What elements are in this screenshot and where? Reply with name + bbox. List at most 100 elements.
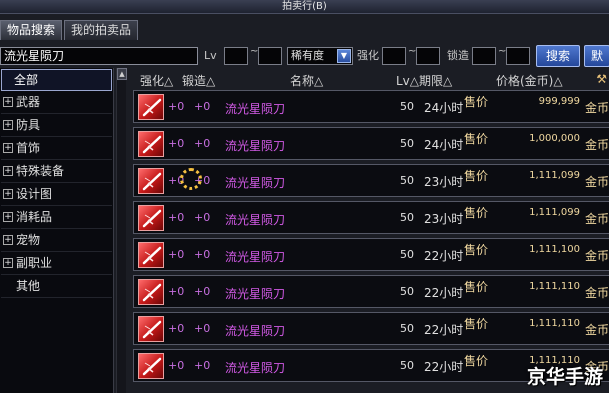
lock-value: +0 <box>194 137 211 150</box>
lock-value: +0 <box>194 285 211 298</box>
red-blade-icon[interactable] <box>138 279 164 305</box>
expand-plus-icon[interactable]: + <box>3 143 13 153</box>
expand-plus-icon[interactable]: + <box>3 235 13 245</box>
price-unit: 金币 <box>585 249 609 263</box>
category-label: 全部 <box>14 73 39 87</box>
strengthen-min-input[interactable] <box>382 47 406 65</box>
search-bar: 流光星陨刀 Lv ~ 稀有度 ▼ 强化 ~ 锁造 ~ 搜索 默 <box>0 45 609 67</box>
header-lock[interactable]: 锻造△ <box>182 72 215 89</box>
buy-button[interactable]: 默 <box>584 45 609 67</box>
red-blade-icon[interactable] <box>138 242 164 268</box>
category-other[interactable]: 其他 <box>1 276 112 298</box>
search-button[interactable]: 搜索 <box>536 45 580 67</box>
item-level: 50 <box>400 322 414 335</box>
category-label: 副职业 <box>16 256 53 270</box>
category-all[interactable]: 全部 <box>1 69 112 91</box>
price-unit: 金币 <box>585 175 609 189</box>
blade-glyph <box>142 98 162 117</box>
item-level: 50 <box>400 248 414 261</box>
tab-my-auctions[interactable]: 我的拍卖品 <box>64 20 139 40</box>
lv-label: Lv <box>204 49 217 62</box>
item-level: 50 <box>400 359 414 372</box>
strengthen-value: +0 <box>168 285 185 298</box>
tab-bar: 物品搜索 我的拍卖品 <box>0 20 140 40</box>
item-price: 1,000,000 <box>529 133 580 144</box>
blade-glyph <box>142 357 162 376</box>
item-period: 23小时 <box>424 175 464 189</box>
item-price: 1,111,100 <box>529 244 580 255</box>
strengthen-label: 强化 <box>357 49 379 62</box>
lock-min-input[interactable] <box>472 47 496 65</box>
header-lv-period[interactable]: Lv△期限△ <box>396 72 452 89</box>
chevron-down-icon[interactable]: ▼ <box>337 49 351 63</box>
scroll-up-icon[interactable]: ▲ <box>117 68 127 80</box>
strengthen-value: +0 <box>168 248 185 261</box>
red-blade-icon[interactable] <box>138 131 164 157</box>
listing-row[interactable]: +0 +0 流光星陨刀 50 24小时 售价 999,999 金币 <box>133 90 609 123</box>
red-blade-icon[interactable] <box>138 205 164 231</box>
listing-row[interactable]: +0 +0 流光星陨刀 50 22小时 售价 1,111,100 金币 <box>133 238 609 271</box>
header-strengthen[interactable]: 强化△ <box>140 72 173 89</box>
sidebar-scrollbar[interactable]: ▲ <box>116 68 127 393</box>
category-blueprint[interactable]: + 设计图 <box>1 184 112 206</box>
category-label: 特殊装备 <box>16 164 65 178</box>
expand-plus-icon[interactable]: + <box>3 258 13 268</box>
item-name: 流光星陨刀 <box>225 102 286 116</box>
category-sub-job[interactable]: + 副职业 <box>1 253 112 275</box>
expand-plus-icon[interactable]: + <box>3 189 13 199</box>
category-special-equipment[interactable]: + 特殊装备 <box>1 161 112 183</box>
category-label: 武器 <box>16 95 41 109</box>
expand-plus-icon[interactable]: + <box>3 120 13 130</box>
lv-max-input[interactable] <box>258 47 282 65</box>
red-blade-icon[interactable] <box>138 94 164 120</box>
item-period: 24小时 <box>424 101 464 115</box>
expand-plus-icon[interactable]: + <box>3 212 13 222</box>
listing-row[interactable]: +0 +0 流光星陨刀 50 22小时 售价 1,111,110 金币 <box>133 275 609 308</box>
header-price[interactable]: 价格(金币)△ <box>496 72 563 89</box>
strengthen-value: +0 <box>168 322 185 335</box>
red-blade-icon[interactable] <box>138 316 164 342</box>
item-period: 22小时 <box>424 323 464 337</box>
blade-glyph <box>142 172 162 191</box>
item-level: 50 <box>400 137 414 150</box>
lock-value: +0 <box>194 100 211 113</box>
item-name-input[interactable]: 流光星陨刀 <box>0 47 198 65</box>
item-name: 流光星陨刀 <box>225 176 286 190</box>
blade-glyph <box>142 320 162 339</box>
category-accessory[interactable]: + 首饰 <box>1 138 112 160</box>
listing-row[interactable]: +0 +0 流光星陨刀 50 23小时 售价 1,111,099 金币 <box>133 164 609 197</box>
sale-type: 售价 <box>464 132 489 146</box>
red-blade-icon[interactable] <box>138 353 164 379</box>
listing-row[interactable]: +0 +0 流光星陨刀 50 24小时 售价 1,000,000 金币 <box>133 127 609 160</box>
item-name: 流光星陨刀 <box>225 250 286 264</box>
listing-header: 强化△ 锻造△ 名称△ Lv△期限△ 价格(金币)△ ⚒ <box>130 70 609 88</box>
hammer-icon[interactable]: ⚒ <box>596 72 607 86</box>
category-consumable[interactable]: + 消耗品 <box>1 207 112 229</box>
category-weapon[interactable]: + 武器 <box>1 92 112 114</box>
category-pet[interactable]: + 宠物 <box>1 230 112 252</box>
price-unit: 金币 <box>585 101 609 115</box>
item-period: 23小时 <box>424 212 464 226</box>
blade-glyph <box>142 283 162 302</box>
rarity-select[interactable]: 稀有度 ▼ <box>287 47 353 65</box>
category-armor[interactable]: + 防具 <box>1 115 112 137</box>
item-name: 流光星陨刀 <box>225 324 286 338</box>
listing-row[interactable]: +0 +0 流光星陨刀 50 23小时 售价 1,111,099 金币 <box>133 201 609 234</box>
listing-row[interactable]: +0 +0 流光星陨刀 50 22小时 售价 1,111,110 金币 <box>133 312 609 345</box>
price-unit: 金币 <box>585 212 609 226</box>
item-level: 50 <box>400 174 414 187</box>
category-label: 首饰 <box>16 141 41 155</box>
listing-rows: +0 +0 流光星陨刀 50 24小时 售价 999,999 金币 +0 +0 流光星陨刀 50 24小… <box>133 90 609 386</box>
item-name: 流光星陨刀 <box>225 213 286 227</box>
item-period: 24小时 <box>424 138 464 152</box>
header-name[interactable]: 名称△ <box>290 72 323 89</box>
category-label: 设计图 <box>16 187 53 201</box>
red-blade-icon[interactable] <box>138 168 164 194</box>
lock-max-input[interactable] <box>506 47 530 65</box>
sale-type: 售价 <box>464 206 489 220</box>
tab-item-search[interactable]: 物品搜索 <box>0 20 63 40</box>
expand-plus-icon[interactable]: + <box>3 166 13 176</box>
strengthen-max-input[interactable] <box>416 47 440 65</box>
lv-min-input[interactable] <box>224 47 248 65</box>
expand-plus-icon[interactable]: + <box>3 97 13 107</box>
